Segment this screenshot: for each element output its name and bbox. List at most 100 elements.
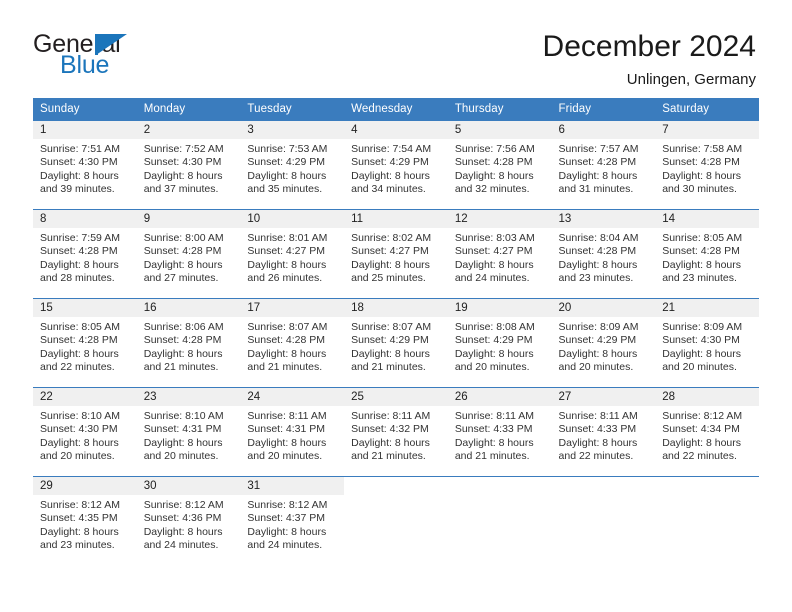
daylight-text-line1: Daylight: 8 hours <box>454 347 534 360</box>
daylight-text-line2: and 24 minutes. <box>454 271 530 284</box>
sunset-text: Sunset: 4:34 PM <box>662 423 740 436</box>
calendar-day-cell[interactable]: 16 Sunrise: 8:06 AM Sunset: 4:28 PM Dayligh… <box>136 298 241 388</box>
daylight-text-line1: Daylight: 8 hours <box>247 525 327 538</box>
calendar-day-cell[interactable]: 7 Sunrise: 7:58 AM Sunset: 4:28 PM Daylight… <box>655 121 759 210</box>
calendar-day-cell[interactable]: 25 Sunrise: 8:11 AM Sunset: 4:32 PM Dayligh… <box>344 387 448 477</box>
daylight-text-line2: and 20 minutes. <box>143 449 219 462</box>
day-details: Sunrise: 8:02 AM Sunset: 4:27 PM Daylight:… <box>344 228 448 285</box>
calendar-day-cell[interactable]: 26 Sunrise: 8:11 AM Sunset: 4:33 PM Dayligh… <box>447 387 552 477</box>
daylight-text-line1: Daylight: 8 hours <box>558 436 638 449</box>
weekday-header-friday: Friday <box>551 98 656 121</box>
sunset-text: Sunset: 4:37 PM <box>247 512 326 525</box>
calendar-day-cell[interactable]: 4 Sunrise: 7:54 AM Sunset: 4:29 PM Daylight… <box>344 121 448 210</box>
daylight-text-line2: and 21 minutes. <box>454 449 530 462</box>
day-number: 18 <box>344 299 448 317</box>
calendar-day-cell[interactable]: 1 Sunrise: 7:51 AM Sunset: 4:30 PM Daylight… <box>33 121 137 210</box>
day-number: 10 <box>240 210 345 228</box>
day-details: Sunrise: 8:10 AM Sunset: 4:30 PM Daylight:… <box>33 406 137 463</box>
calendar-week-row: 15 Sunrise: 8:05 AM Sunset: 4:28 PM Dayligh… <box>33 298 759 388</box>
logo-text-blue: Blue <box>60 51 110 79</box>
sunset-text: Sunset: 4:28 PM <box>40 245 118 258</box>
calendar-day-cell[interactable]: 15 Sunrise: 8:05 AM Sunset: 4:28 PM Dayligh… <box>33 298 137 388</box>
sunrise-text: Sunrise: 7:53 AM <box>247 143 328 155</box>
calendar-day-cell[interactable]: 27 Sunrise: 8:11 AM Sunset: 4:33 PM Dayligh… <box>551 387 656 477</box>
day-number: 11 <box>344 210 448 228</box>
day-number: 5 <box>447 121 552 139</box>
daylight-text-line2: and 21 minutes. <box>247 360 323 373</box>
calendar-day-cell[interactable]: 20 Sunrise: 8:09 AM Sunset: 4:29 PM Dayligh… <box>551 298 656 388</box>
calendar-day-cell[interactable]: 2 Sunrise: 7:52 AM Sunset: 4:30 PM Daylight… <box>136 121 241 210</box>
calendar-day-cell[interactable]: 13 Sunrise: 8:04 AM Sunset: 4:28 PM Dayligh… <box>551 209 656 299</box>
day-details <box>448 495 552 499</box>
daylight-text-line2: and 20 minutes. <box>662 360 737 373</box>
calendar-day-cell[interactable]: 22 Sunrise: 8:10 AM Sunset: 4:30 PM Dayligh… <box>33 387 137 477</box>
sunset-text: Sunset: 4:31 PM <box>247 423 326 436</box>
daylight-text-line1: Daylight: 8 hours <box>558 169 638 182</box>
calendar-day-cell[interactable]: 29 Sunrise: 8:12 AM Sunset: 4:35 PM Dayligh… <box>33 476 137 565</box>
calendar-day-cell[interactable]: 17 Sunrise: 8:07 AM Sunset: 4:28 PM Dayligh… <box>240 298 345 388</box>
calendar-day-cell[interactable]: 9 Sunrise: 8:00 AM Sunset: 4:28 PM Daylight… <box>136 209 241 299</box>
day-details: Sunrise: 8:09 AM Sunset: 4:30 PM Daylight:… <box>655 317 759 374</box>
day-number: 27 <box>551 388 656 406</box>
calendar-day-cell[interactable]: 10 Sunrise: 8:01 AM Sunset: 4:27 PM Dayligh… <box>240 209 345 299</box>
title-block: December 2024 Unlingen, Germany <box>543 28 756 88</box>
sunrise-text: Sunrise: 8:12 AM <box>247 499 328 511</box>
daylight-text-line1: Daylight: 8 hours <box>40 347 119 360</box>
daylight-text-line1: Daylight: 8 hours <box>143 347 223 360</box>
calendar-day-cell[interactable]: 23 Sunrise: 8:10 AM Sunset: 4:31 PM Dayligh… <box>136 387 241 477</box>
daylight-text-line2: and 30 minutes. <box>662 182 737 195</box>
sunrise-text: Sunrise: 8:08 AM <box>454 321 535 333</box>
calendar-day-cell[interactable]: 24 Sunrise: 8:11 AM Sunset: 4:31 PM Dayligh… <box>240 387 345 477</box>
general-blue-logo[interactable]: General Blue <box>33 28 151 79</box>
calendar-day-cell[interactable]: 6 Sunrise: 7:57 AM Sunset: 4:28 PM Daylight… <box>551 121 656 210</box>
day-details: Sunrise: 8:12 AM Sunset: 4:37 PM Daylight:… <box>240 495 344 552</box>
calendar-day-cell-empty <box>655 476 759 565</box>
calendar-day-cell[interactable]: 11 Sunrise: 8:02 AM Sunset: 4:27 PM Dayligh… <box>344 209 448 299</box>
day-details: Sunrise: 8:06 AM Sunset: 4:28 PM Daylight:… <box>137 317 241 374</box>
sunset-text: Sunset: 4:33 PM <box>454 423 533 436</box>
day-number <box>551 477 656 495</box>
calendar-day-cell[interactable]: 28 Sunrise: 8:12 AM Sunset: 4:34 PM Dayligh… <box>655 387 759 477</box>
calendar-day-cell[interactable]: 8 Sunrise: 7:59 AM Sunset: 4:28 PM Daylight… <box>33 209 137 299</box>
daylight-text-line2: and 22 minutes. <box>40 360 115 373</box>
sunset-text: Sunset: 4:28 PM <box>143 334 222 347</box>
calendar-day-cell[interactable]: 5 Sunrise: 7:56 AM Sunset: 4:28 PM Daylight… <box>447 121 552 210</box>
calendar-day-cell[interactable]: 14 Sunrise: 8:05 AM Sunset: 4:28 PM Dayligh… <box>655 209 759 299</box>
day-number: 17 <box>240 299 345 317</box>
calendar-day-cell[interactable]: 19 Sunrise: 8:08 AM Sunset: 4:29 PM Dayligh… <box>447 298 552 388</box>
sunrise-text: Sunrise: 8:10 AM <box>143 410 224 422</box>
daylight-text-line2: and 22 minutes. <box>662 449 737 462</box>
page-title: December 2024 <box>542 30 756 63</box>
page-subtitle: Unlingen, Germany <box>626 70 756 88</box>
daylight-text-line2: and 24 minutes. <box>247 538 323 551</box>
calendar-week-row: 22 Sunrise: 8:10 AM Sunset: 4:30 PM Dayligh… <box>33 387 759 477</box>
weekday-header-thursday: Thursday <box>447 98 552 121</box>
sunset-text: Sunset: 4:29 PM <box>351 156 429 169</box>
daylight-text-line2: and 34 minutes. <box>351 182 426 195</box>
sunset-text: Sunset: 4:30 PM <box>40 423 118 436</box>
calendar-day-cell[interactable]: 30 Sunrise: 8:12 AM Sunset: 4:36 PM Dayligh… <box>136 476 241 565</box>
day-details: Sunrise: 7:57 AM Sunset: 4:28 PM Daylight:… <box>552 139 656 196</box>
calendar-day-cell[interactable]: 12 Sunrise: 8:03 AM Sunset: 4:27 PM Dayligh… <box>447 209 552 299</box>
daylight-text-line1: Daylight: 8 hours <box>143 169 223 182</box>
calendar-day-cell[interactable]: 21 Sunrise: 8:09 AM Sunset: 4:30 PM Dayligh… <box>655 298 759 388</box>
day-number: 3 <box>240 121 345 139</box>
day-details: Sunrise: 8:04 AM Sunset: 4:28 PM Daylight:… <box>552 228 656 285</box>
day-number: 4 <box>344 121 448 139</box>
sunset-text: Sunset: 4:28 PM <box>662 156 740 169</box>
daylight-text-line1: Daylight: 8 hours <box>351 169 430 182</box>
day-number: 12 <box>447 210 552 228</box>
sunset-text: Sunset: 4:35 PM <box>40 512 118 525</box>
daylight-text-line1: Daylight: 8 hours <box>247 258 327 271</box>
sunrise-text: Sunrise: 8:11 AM <box>454 410 534 422</box>
daylight-text-line1: Daylight: 8 hours <box>351 258 430 271</box>
calendar-day-cell[interactable]: 18 Sunrise: 8:07 AM Sunset: 4:29 PM Dayligh… <box>344 298 448 388</box>
daylight-text-line1: Daylight: 8 hours <box>40 169 119 182</box>
day-details: Sunrise: 8:12 AM Sunset: 4:35 PM Daylight:… <box>33 495 137 552</box>
daylight-text-line1: Daylight: 8 hours <box>40 258 119 271</box>
day-number: 14 <box>655 210 759 228</box>
calendar-day-cell[interactable]: 3 Sunrise: 7:53 AM Sunset: 4:29 PM Daylight… <box>240 121 345 210</box>
calendar-day-cell[interactable]: 31 Sunrise: 8:12 AM Sunset: 4:37 PM Dayligh… <box>240 476 345 565</box>
sunrise-text: Sunrise: 8:09 AM <box>558 321 639 333</box>
sunset-text: Sunset: 4:28 PM <box>558 156 637 169</box>
